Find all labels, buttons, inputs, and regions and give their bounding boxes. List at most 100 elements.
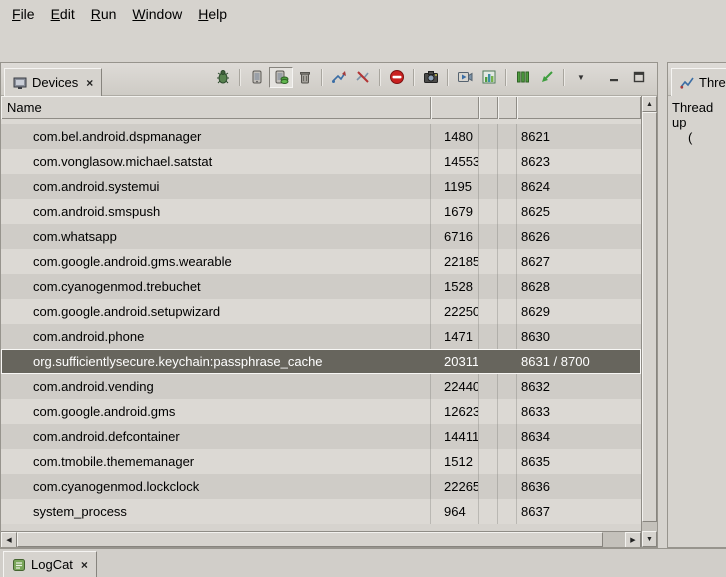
- devices-toolbar: ▼: [211, 67, 657, 88]
- threads-tab-icon: [680, 76, 694, 90]
- menu-edit[interactable]: Edit: [43, 2, 83, 26]
- view-menu-arrow-icon: ▼: [577, 73, 585, 82]
- process-pid-cell: 6716: [431, 224, 479, 249]
- scroll-down-icon[interactable]: ▼: [642, 531, 657, 547]
- screen-capture-icon[interactable]: [419, 67, 443, 88]
- process-row[interactable]: com.bel.android.dspmanager 1480 8621: [1, 124, 641, 149]
- menu-help[interactable]: Help: [190, 2, 235, 26]
- vertical-scroll-thumb[interactable]: [642, 112, 657, 522]
- process-name-cell: com.whatsapp: [1, 224, 431, 249]
- toolbar-separator: [447, 69, 448, 86]
- scroll-up-icon[interactable]: ▲: [642, 96, 657, 112]
- devices-tab-close-icon[interactable]: ×: [86, 76, 93, 90]
- process-row[interactable]: com.android.systemui 1195 8624: [1, 174, 641, 199]
- menu-window[interactable]: Window: [124, 2, 190, 26]
- maximize-icon[interactable]: [627, 67, 651, 88]
- update-heap-icon[interactable]: [269, 67, 293, 88]
- view-menu-icon[interactable]: ▼: [569, 67, 593, 88]
- process-row[interactable]: com.cyanogenmod.trebuchet 1528 8628: [1, 274, 641, 299]
- system-info-icon[interactable]: [477, 67, 501, 88]
- logcat-tab-close-icon[interactable]: ×: [81, 558, 88, 572]
- tab-logcat[interactable]: LogCat ×: [3, 551, 97, 577]
- process-row[interactable]: com.google.android.setupwizard 22250 862…: [1, 299, 641, 324]
- process-empty-cell: [479, 449, 498, 474]
- process-empty-cell: [479, 499, 498, 524]
- process-name-cell: com.bel.android.dspmanager: [1, 124, 431, 149]
- process-row[interactable]: com.google.android.gms 12623 8633: [1, 399, 641, 424]
- process-row[interactable]: com.tmobile.thememanager 1512 8635: [1, 449, 641, 474]
- process-row[interactable]: com.android.vending 22440 8632: [1, 374, 641, 399]
- devices-tab-label: Devices: [32, 75, 78, 90]
- process-port-cell: 8634: [517, 424, 641, 449]
- debug-process-icon[interactable]: [211, 67, 235, 88]
- process-empty-cell: [479, 399, 498, 424]
- process-row[interactable]: com.cyanogenmod.lockclock 22265 8636: [1, 474, 641, 499]
- column-header-name[interactable]: Name: [1, 96, 431, 119]
- process-empty-cell: [479, 274, 498, 299]
- scroll-left-icon[interactable]: ◀: [1, 532, 17, 547]
- column-header-4[interactable]: [498, 96, 517, 119]
- process-empty-cell: [498, 224, 517, 249]
- tab-devices[interactable]: Devices ×: [4, 68, 102, 96]
- process-pid-cell: 1679: [431, 199, 479, 224]
- process-pid-cell: 22440: [431, 374, 479, 399]
- update-threads-icon[interactable]: [327, 67, 351, 88]
- vertical-scrollbar[interactable]: ▲ ▼: [641, 96, 657, 547]
- vertical-scroll-track[interactable]: [642, 112, 657, 531]
- process-pid-cell: 14553: [431, 149, 479, 174]
- empty-toolbar-area: [0, 27, 726, 62]
- threads-view-panel: Threads Thread up (: [667, 62, 726, 548]
- panel-sash[interactable]: [658, 62, 667, 548]
- process-pid-cell: 1480: [431, 124, 479, 149]
- horizontal-scrollbar[interactable]: ◀ ▶: [1, 531, 641, 547]
- process-row[interactable]: com.google.android.gms.wearable 22185 86…: [1, 249, 641, 274]
- devices-tab-icon: [13, 76, 27, 90]
- process-row[interactable]: com.android.smspush 1679 8625: [1, 199, 641, 224]
- process-pid-cell: 964: [431, 499, 479, 524]
- horizontal-scroll-thumb[interactable]: [17, 532, 603, 547]
- process-row[interactable]: com.whatsapp 6716 8626: [1, 224, 641, 249]
- process-name-cell: system_process: [1, 499, 431, 524]
- column-header-3[interactable]: [479, 96, 498, 119]
- devices-table-main: Name com.bel.android.dspmanager 1480: [1, 96, 641, 547]
- process-empty-cell: [498, 399, 517, 424]
- process-pid-cell: 1512: [431, 449, 479, 474]
- process-port-cell: 8626: [517, 224, 641, 249]
- cause-gc-icon[interactable]: [293, 67, 317, 88]
- process-port-cell: 8636: [517, 474, 641, 499]
- toolbar-separator: [321, 69, 322, 86]
- column-header-port[interactable]: [517, 96, 641, 119]
- process-row[interactable]: com.android.phone 1471 8630: [1, 324, 641, 349]
- stop-thread-updates-icon[interactable]: [351, 67, 375, 88]
- logcat-tab-label: LogCat: [31, 557, 73, 572]
- tab-threads[interactable]: Threads: [671, 68, 726, 96]
- threads-tabbar: Threads: [668, 63, 726, 96]
- show-heap-icon[interactable]: [245, 67, 269, 88]
- process-name-cell: com.android.defcontainer: [1, 424, 431, 449]
- menu-run[interactable]: Run: [83, 2, 125, 26]
- process-empty-cell: [498, 174, 517, 199]
- horizontal-scroll-track[interactable]: [17, 532, 625, 547]
- process-empty-cell: [498, 499, 517, 524]
- scroll-right-icon[interactable]: ▶: [625, 532, 641, 547]
- process-row[interactable]: org.sufficientlysecure.keychain:passphra…: [1, 349, 641, 374]
- screen-record-icon[interactable]: [453, 67, 477, 88]
- process-empty-cell: [498, 249, 517, 274]
- process-empty-cell: [479, 324, 498, 349]
- process-row[interactable]: com.vonglasow.michael.satstat 14553 8623: [1, 149, 641, 174]
- dump-hprof-icon[interactable]: [535, 67, 559, 88]
- stop-process-icon[interactable]: [385, 67, 409, 88]
- menu-file[interactable]: File: [4, 2, 43, 26]
- process-name-cell: com.cyanogenmod.lockclock: [1, 474, 431, 499]
- process-port-cell: 8627: [517, 249, 641, 274]
- process-row[interactable]: com.android.defcontainer 14411 8634: [1, 424, 641, 449]
- process-name-cell: com.android.vending: [1, 374, 431, 399]
- column-header-pid[interactable]: [431, 96, 479, 119]
- process-port-cell: 8637: [517, 499, 641, 524]
- process-empty-cell: [479, 299, 498, 324]
- minimize-icon[interactable]: [603, 67, 627, 88]
- process-port-cell: 8632: [517, 374, 641, 399]
- start-method-profiling-icon[interactable]: [511, 67, 535, 88]
- toolbar-separator: [413, 69, 414, 86]
- process-row[interactable]: system_process 964 8637: [1, 499, 641, 524]
